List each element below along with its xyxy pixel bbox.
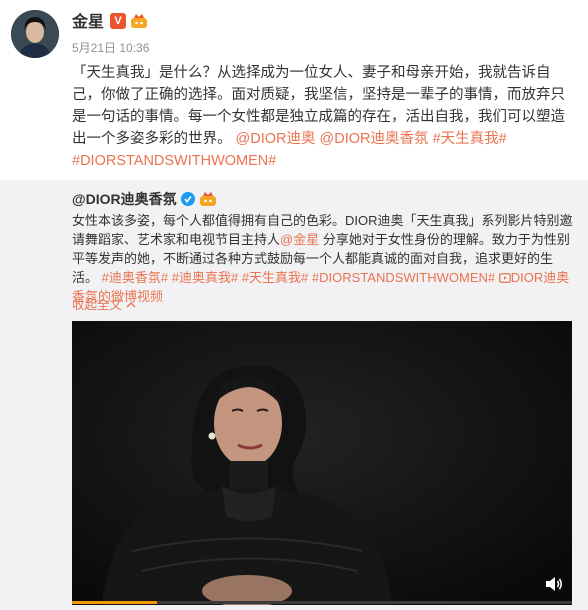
mention-jinxing[interactable]: @金星: [280, 232, 319, 247]
topic-tag[interactable]: #DIORSTANDSWITHWOMEN#: [312, 270, 495, 285]
crown-badge-icon[interactable]: [199, 191, 217, 207]
mention-dior[interactable]: @DIOR迪奥: [236, 131, 316, 147]
video-progress-fill: [72, 601, 157, 604]
mention-dior-fragrance[interactable]: @DIOR迪奥香氛: [320, 131, 429, 147]
post-header: 金星 V 5月21日 10:36: [0, 0, 588, 60]
crown-badge-icon[interactable]: [130, 13, 148, 29]
video-progress-bar[interactable]: [72, 601, 572, 604]
blue-verified-icon[interactable]: [180, 192, 195, 206]
verified-badge-icon[interactable]: V: [110, 13, 126, 29]
video-player[interactable]: [72, 321, 572, 605]
post-content: 「天生真我」是什么？从选择成为一位女人、妻子和母亲开始，我就告诉自己，你做了正确…: [72, 62, 572, 172]
weibo-post: 金星 V 5月21日 10:36 「天生真我」是什么？从选择成为一位女人、妻子和…: [0, 0, 588, 610]
topic-tag[interactable]: #迪奥真我#: [172, 270, 238, 285]
topic-tag[interactable]: #天生真我#: [242, 270, 308, 285]
collapse-label: 收起全文: [72, 298, 123, 312]
author-badges: V: [110, 13, 148, 29]
avatar[interactable]: [11, 10, 59, 58]
repost-author[interactable]: @DIOR迪奥香氛: [72, 189, 177, 209]
collapse-button[interactable]: 收起全文: [72, 296, 136, 314]
repost-card: @DIOR迪奥香氛 女性本该多姿，每个人都值得拥有自己的色彩。DIOR迪奥「天生…: [0, 180, 588, 610]
video-frame: [72, 321, 572, 605]
video-link-icon: [498, 273, 511, 283]
repost-header: @DIOR迪奥香氛: [72, 189, 217, 209]
topic-tag[interactable]: #DIORSTANDSWITHWOMEN#: [72, 153, 276, 169]
author-name[interactable]: 金星: [72, 13, 104, 33]
chevron-up-icon: [126, 302, 135, 308]
topic-tag[interactable]: #天生真我#: [433, 131, 507, 147]
post-time[interactable]: 5月21日 10:36: [72, 40, 149, 56]
topic-tag[interactable]: #迪奥香氛#: [102, 270, 168, 285]
repost-text: 女性本该多姿，每个人都值得拥有自己的色彩。DIOR迪奥「天生真我」系列影片特别邀…: [72, 211, 576, 306]
volume-icon[interactable]: [544, 574, 564, 594]
